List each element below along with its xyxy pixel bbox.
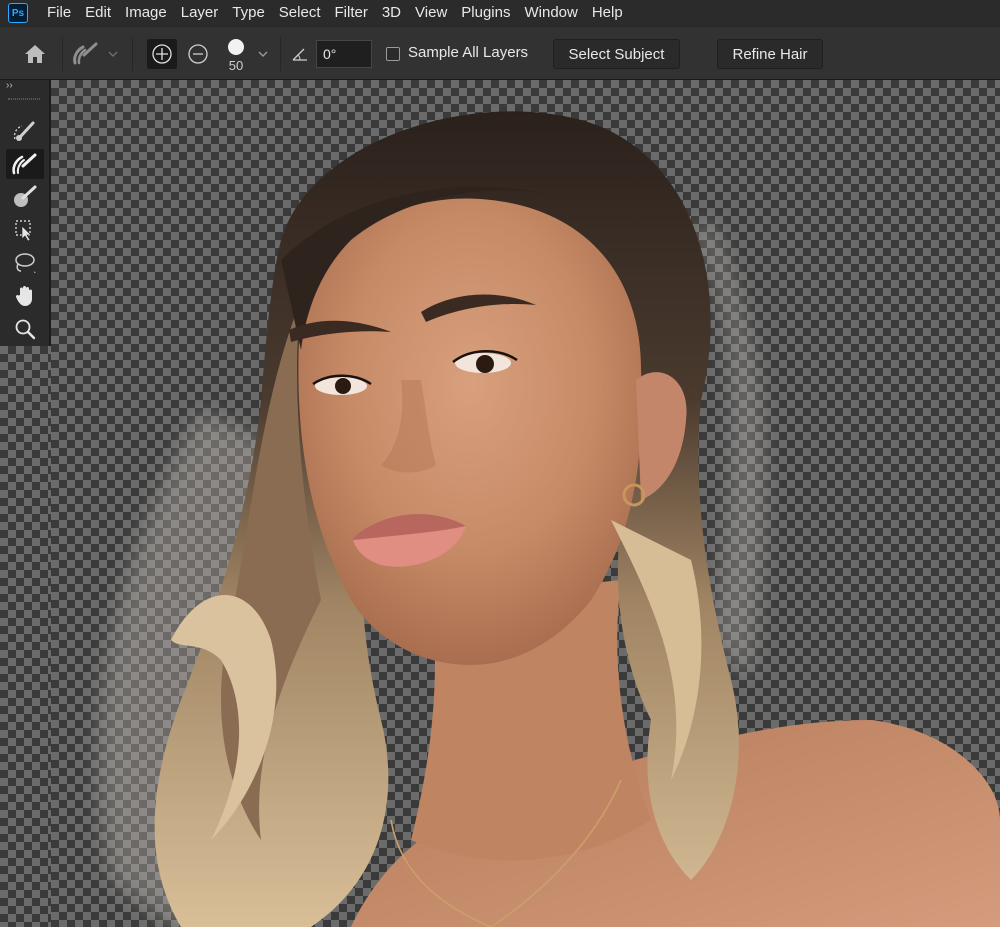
object-selection-icon (15, 220, 32, 242)
menu-view[interactable]: View (408, 0, 454, 26)
menu-edit[interactable]: Edit (78, 0, 118, 26)
sample-all-layers-checkbox[interactable] (386, 47, 400, 61)
expand-detection-area-button[interactable] (147, 39, 177, 69)
panel-expand-toggle[interactable]: ›› (0, 80, 50, 94)
brush-size-picker[interactable]: 50 (222, 35, 250, 75)
angle-input[interactable] (316, 40, 372, 68)
menu-layer[interactable]: Layer (174, 0, 226, 26)
lasso-icon (15, 253, 36, 273)
object-selection-tool[interactable] (6, 215, 44, 245)
angle-icon (290, 45, 310, 63)
portrait-photo (98, 111, 1000, 927)
menu-3d[interactable]: 3D (375, 0, 408, 26)
menu-bar: Ps File Edit Image Layer Type Select Fil… (0, 0, 1000, 26)
quick-selection-tool[interactable] (6, 116, 44, 146)
refine-edge-brush-icon (12, 153, 37, 175)
sample-all-layers-label: Sample All Layers (408, 44, 529, 61)
brush-tip-icon (228, 38, 244, 55)
plus-circle-icon (152, 44, 172, 64)
zoom-icon (15, 319, 36, 340)
menu-help[interactable]: Help (585, 0, 630, 26)
tools-panel: ›› (0, 80, 50, 346)
menu-image[interactable]: Image (118, 0, 174, 26)
refine-hair-button[interactable]: Refine Hair (717, 39, 823, 69)
home-button[interactable] (18, 39, 52, 69)
hand-tool[interactable] (6, 281, 44, 311)
menu-filter[interactable]: Filter (328, 0, 375, 26)
tool-preset-dropdown[interactable] (106, 47, 120, 61)
home-icon (25, 45, 45, 63)
options-bar: 50 Sample All Layers Select Subject Refi… (0, 26, 1000, 80)
select-subject-button[interactable]: Select Subject (553, 39, 680, 69)
zoom-tool[interactable] (6, 314, 44, 344)
chevron-down-icon (258, 51, 268, 57)
photoshop-logo[interactable]: Ps (8, 3, 28, 23)
hand-icon (15, 286, 32, 306)
quick-selection-icon (13, 121, 35, 141)
menu-type[interactable]: Type (225, 0, 272, 26)
brush-size-dropdown[interactable] (256, 47, 270, 61)
tool-preset-button[interactable] (68, 39, 102, 69)
brush-tool[interactable] (6, 182, 44, 212)
lasso-tool[interactable] (6, 248, 44, 278)
document-canvas[interactable] (51, 80, 1000, 927)
menu-plugins[interactable]: Plugins (454, 0, 517, 26)
brush-size-value: 50 (228, 57, 244, 73)
menu-select[interactable]: Select (272, 0, 328, 26)
refine-edge-brush-preset-icon (73, 42, 98, 65)
canvas-transparency-strip (0, 346, 51, 927)
chevron-down-icon (108, 51, 118, 57)
menu-file[interactable]: File (40, 0, 78, 26)
restore-original-edge-button[interactable] (183, 39, 213, 69)
brush-icon (14, 185, 37, 207)
panel-grip[interactable] (8, 98, 40, 100)
refine-edge-brush-tool[interactable] (6, 149, 44, 179)
menu-window[interactable]: Window (517, 0, 584, 26)
minus-circle-icon (188, 44, 208, 64)
